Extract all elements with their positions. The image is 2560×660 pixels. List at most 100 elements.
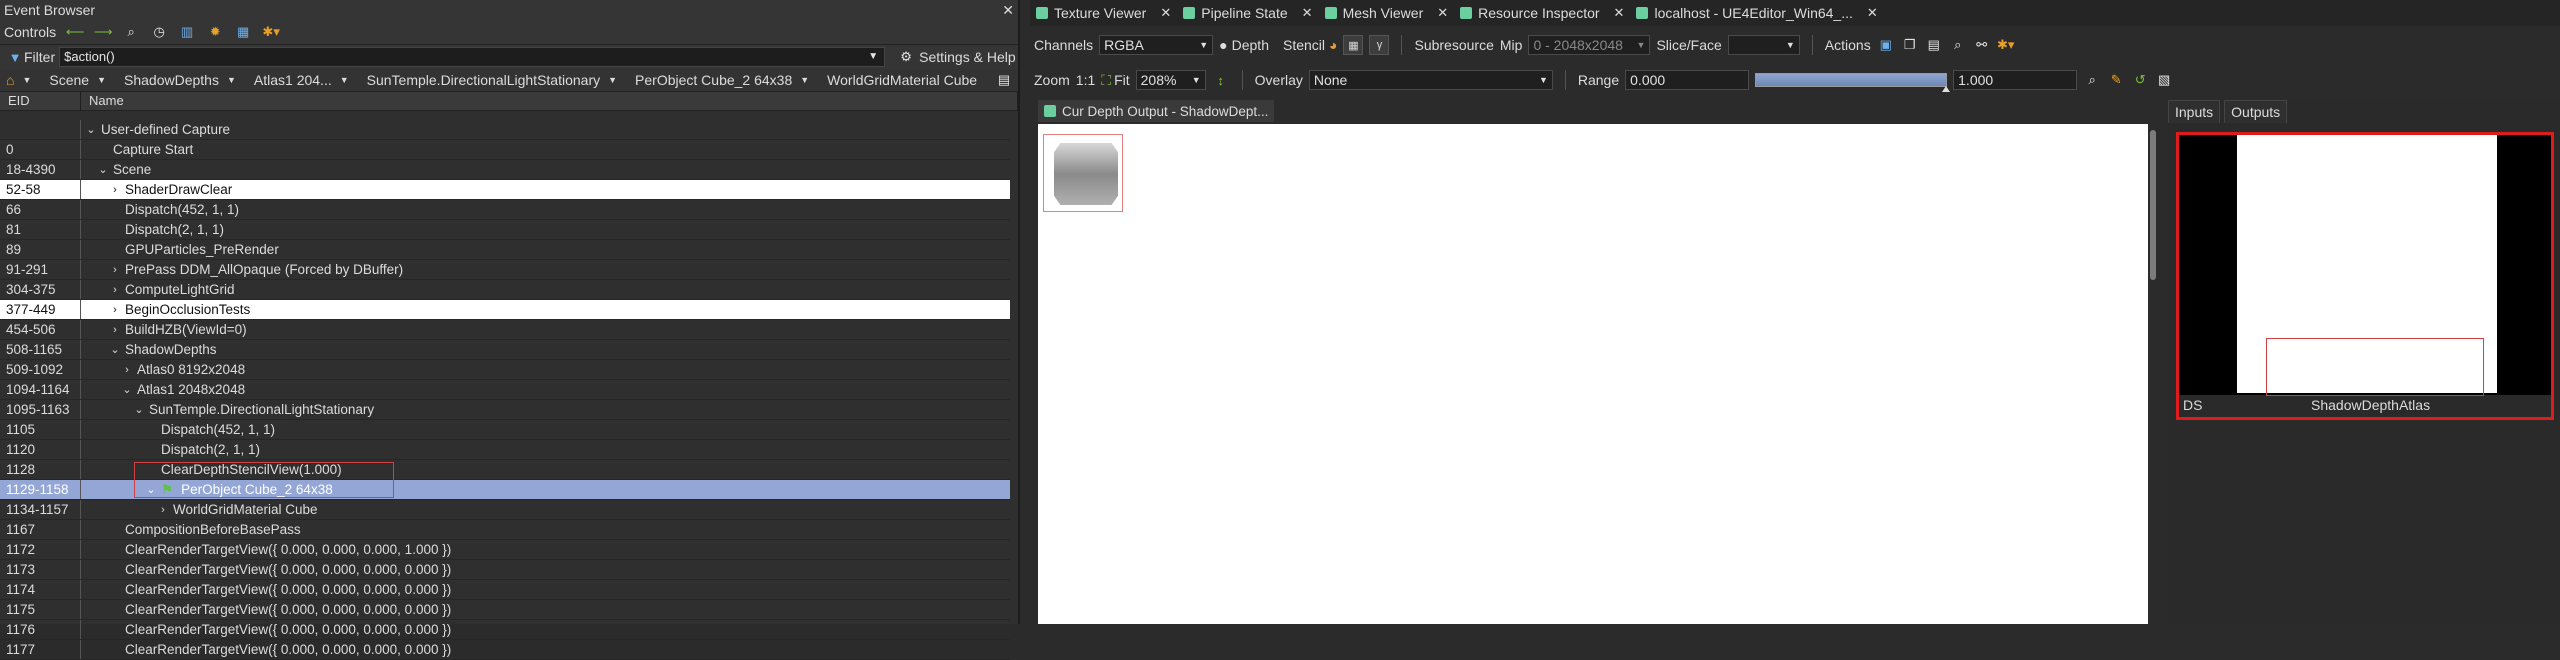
table-row[interactable]: 1172 ClearRenderTargetView({ 0.000, 0.000…: [0, 540, 1010, 560]
zoom-1to1-button[interactable]: 1:1: [1076, 72, 1095, 88]
close-icon[interactable]: ✕: [1437, 5, 1448, 21]
tab-resource-inspector[interactable]: Resource Inspector ✕: [1454, 0, 1630, 26]
breadcrumb-item[interactable]: Scene ▼: [49, 72, 106, 88]
expand-arrow-icon[interactable]: ›: [109, 304, 121, 316]
table-row[interactable]: 1177 ClearRenderTargetView({ 0.000, 0.000…: [0, 640, 1010, 660]
table-row[interactable]: 91-291 › PrePass DDM_AllOpaque (Forced by …: [0, 260, 1010, 280]
checker-icon[interactable]: ▦: [1343, 35, 1364, 55]
zoom-select[interactable]: 208% ▼: [1135, 70, 1206, 90]
collapse-arrow-icon[interactable]: ⌄: [85, 123, 97, 136]
table-row[interactable]: 1167 CompositionBeforeBasePass: [0, 520, 1010, 540]
table-row[interactable]: 1176 ClearRenderTargetView({ 0.000, 0.000…: [0, 620, 1010, 640]
breadcrumb-item[interactable]: WorldGridMaterial Cube: [827, 72, 977, 88]
expand-arrow-icon[interactable]: ›: [109, 184, 121, 196]
table-row[interactable]: 89 GPUParticles_PreRender: [0, 240, 1010, 260]
viewport-scrollbar[interactable]: [2148, 124, 2158, 624]
table-row[interactable]: 1174 ClearRenderTargetView({ 0.000, 0.000…: [0, 580, 1010, 600]
tab-cur-depth-output[interactable]: Cur Depth Output - ShadowDept...: [1038, 100, 1275, 122]
link-icon[interactable]: ⚯: [1973, 36, 1991, 54]
settings-help-button[interactable]: ⚙ Settings & Help: [897, 48, 1015, 66]
copy-icon[interactable]: ❐: [1901, 36, 1919, 54]
depth-radio[interactable]: ● Depth: [1219, 37, 1269, 53]
table-row[interactable]: 508-1165 ⌄ ShadowDepths: [0, 340, 1010, 360]
table-row[interactable]: 1175 ClearRenderTargetView({ 0.000, 0.000…: [0, 600, 1010, 620]
column-header-name[interactable]: Name: [81, 92, 1018, 110]
open-icon[interactable]: ▤: [1925, 36, 1943, 54]
table-row[interactable]: 1094-1164 ⌄ Atlas1 2048x2048: [0, 380, 1010, 400]
close-icon[interactable]: ✕: [1614, 5, 1625, 21]
previous-event-icon[interactable]: ⟵: [66, 23, 85, 41]
fit-button[interactable]: ⛶ Fit: [1101, 72, 1129, 89]
tab-inputs[interactable]: Inputs: [2168, 99, 2221, 123]
expand-arrow-icon[interactable]: ›: [109, 264, 121, 276]
table-row[interactable]: 1173 ClearRenderTargetView({ 0.000, 0.000…: [0, 560, 1010, 580]
expand-arrow-icon[interactable]: ›: [157, 504, 169, 516]
table-row[interactable]: 377-449 › BeginOcclusionTests: [0, 300, 1010, 320]
filter-input[interactable]: $action() ▼: [59, 47, 886, 67]
close-icon[interactable]: ✕: [1302, 5, 1313, 21]
export-icon[interactable]: ▦: [234, 23, 252, 41]
breadcrumb-item[interactable]: Atlas1 204... ▼: [254, 72, 349, 88]
expand-arrow-icon[interactable]: ›: [109, 324, 121, 336]
table-row[interactable]: 0 Capture Start: [0, 140, 1010, 160]
close-icon[interactable]: ✕: [1160, 5, 1171, 21]
timeline-icon[interactable]: ◷: [150, 23, 168, 41]
table-row[interactable]: 304-375 › ComputeLightGrid: [0, 280, 1010, 300]
tab-capture[interactable]: localhost - UE4Editor_Win64_... ✕: [1630, 0, 1883, 26]
breadcrumb-item[interactable]: ShadowDepths ▼: [124, 72, 236, 88]
statistics-icon[interactable]: ▥: [178, 23, 196, 41]
tab-pipeline-state[interactable]: Pipeline State ✕: [1177, 0, 1318, 26]
table-row[interactable]: 1134-1157 › WorldGridMaterial Cube: [0, 500, 1010, 520]
channels-select[interactable]: RGBA ▼: [1099, 35, 1214, 55]
reset-range-icon[interactable]: ↺: [2131, 71, 2149, 89]
collapse-arrow-icon[interactable]: ⌄: [109, 343, 121, 356]
range-slider[interactable]: [1755, 73, 1951, 92]
table-row[interactable]: 1120 Dispatch(2, 1, 1): [0, 440, 1010, 460]
table-row[interactable]: ⌄ User-defined Capture: [0, 120, 1010, 140]
next-event-icon[interactable]: ⟶: [94, 23, 113, 41]
breadcrumb-item[interactable]: SunTemple.DirectionalLightStationary ▼: [367, 72, 617, 88]
tab-texture-viewer[interactable]: Texture Viewer ✕: [1030, 0, 1177, 26]
zoom-range-icon[interactable]: ⌕: [2083, 71, 2101, 89]
table-row[interactable]: 509-1092 › Atlas0 8192x2048: [0, 360, 1010, 380]
tab-mesh-viewer[interactable]: Mesh Viewer ✕: [1319, 0, 1455, 26]
expand-arrow-icon[interactable]: ›: [109, 284, 121, 296]
bookmark-dropdown-icon[interactable]: ✱▾: [1997, 36, 2015, 54]
close-icon[interactable]: ✕: [1002, 0, 1014, 20]
settings-gear-icon[interactable]: ✹: [206, 23, 224, 41]
breadcrumb-item[interactable]: PerObject Cube_2 64x38 ▼: [635, 72, 809, 88]
close-icon[interactable]: ✕: [1867, 5, 1878, 21]
chevron-down-icon[interactable]: ▼: [868, 48, 878, 66]
find-icon[interactable]: ⌕: [1949, 36, 1967, 54]
save-icon[interactable]: ▣: [1877, 36, 1895, 54]
table-row[interactable]: 18-4390 ⌄ Scene: [0, 160, 1010, 180]
bookmark-dropdown-icon[interactable]: ✱▾: [262, 23, 280, 41]
collapse-arrow-icon[interactable]: ⌄: [97, 163, 109, 176]
histogram-icon[interactable]: ▧: [2155, 71, 2173, 89]
texture-viewport[interactable]: [1038, 124, 2148, 624]
document-icon[interactable]: ▤: [995, 71, 1013, 89]
table-row[interactable]: 1095-1163 ⌄ SunTemple.DirectionalLightStat…: [0, 400, 1010, 420]
table-row[interactable]: 52-58 › ShaderDrawClear: [0, 180, 1010, 200]
gamma-button[interactable]: γ: [1369, 35, 1390, 55]
picker-icon[interactable]: ✎: [2107, 71, 2125, 89]
scrollbar-thumb[interactable]: [2150, 130, 2156, 280]
home-icon[interactable]: ⌂ ▼: [6, 72, 31, 88]
range-max-input[interactable]: 1.000: [1953, 70, 2078, 90]
overlay-select[interactable]: None ▼: [1308, 70, 1553, 90]
flip-vertical-icon[interactable]: ↕: [1212, 71, 1230, 89]
stencil-toggle[interactable]: Stencil ◕: [1283, 37, 1338, 53]
slice-face-select[interactable]: ▼: [1727, 35, 1800, 55]
table-row[interactable]: 81 Dispatch(2, 1, 1): [0, 220, 1010, 240]
mip-select[interactable]: 0 - 2048x2048 ▼: [1528, 35, 1651, 55]
table-row[interactable]: 1105 Dispatch(452, 1, 1): [0, 420, 1010, 440]
table-row[interactable]: 454-506 › BuildHZB(ViewId=0): [0, 320, 1010, 340]
range-min-input[interactable]: 0.000: [1625, 70, 1750, 90]
find-icon[interactable]: ⌕: [122, 23, 140, 41]
collapse-arrow-icon[interactable]: ⌄: [133, 403, 145, 416]
expand-arrow-icon[interactable]: ›: [121, 364, 133, 376]
column-header-eid[interactable]: EID: [0, 92, 81, 110]
collapse-arrow-icon[interactable]: ⌄: [121, 383, 133, 396]
table-row[interactable]: 66 Dispatch(452, 1, 1): [0, 200, 1010, 220]
tab-outputs[interactable]: Outputs: [2224, 99, 2288, 123]
